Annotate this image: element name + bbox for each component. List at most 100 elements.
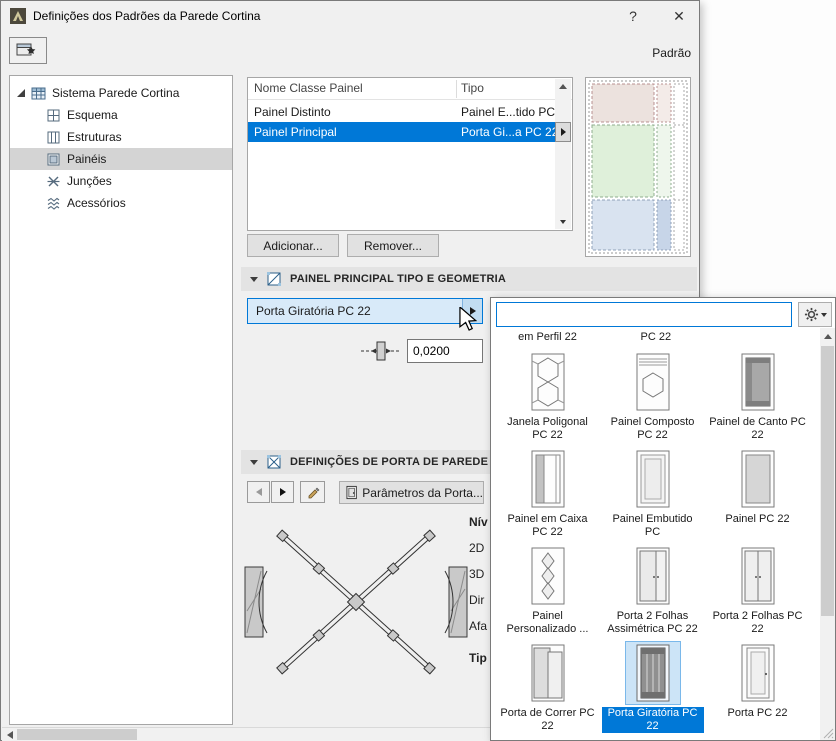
favorites-transfer-button[interactable]: [9, 37, 47, 64]
door-icon: [346, 485, 357, 500]
section-geometry-header[interactable]: PAINEL PRINCIPAL TIPO E GEOMETRIA: [241, 267, 697, 291]
panel-type-item[interactable]: Painel Personalizado ...: [495, 542, 600, 639]
panel-type-combo[interactable]: Porta Giratória PC 22: [247, 298, 483, 324]
panel-thumbnail: [730, 544, 786, 608]
app-icon: [10, 8, 26, 24]
panel-thumbnail: [520, 447, 576, 511]
scroll-up-icon[interactable]: [820, 328, 835, 344]
scrollbar-thumb[interactable]: [17, 729, 137, 740]
help-button[interactable]: ?: [613, 2, 653, 30]
panel-type-label: Porta Giratória PC 22: [601, 707, 704, 733]
partial-item-label[interactable]: PC 22: [603, 331, 708, 343]
sidebar-item-paineis[interactable]: Painéis: [10, 148, 232, 170]
tree-label: Estruturas: [67, 130, 122, 144]
scroll-up-icon[interactable]: [555, 79, 571, 94]
structures-icon: [47, 131, 60, 143]
tree-label: Junções: [67, 174, 112, 188]
panel-type-label: Porta PC 22: [727, 707, 788, 719]
panel-type-item[interactable]: Painel de Canto PC 22: [705, 348, 810, 445]
horizontal-scrollbar[interactable]: [2, 727, 490, 741]
scroll-down-icon[interactable]: [555, 214, 571, 229]
close-button[interactable]: ✕: [659, 2, 699, 30]
chevron-left-icon: [255, 488, 262, 496]
screen: Definições dos Padrões da Parede Cortina…: [0, 0, 836, 741]
panels-icon: [47, 153, 60, 165]
panel-type-label: Painel Embutido PC: [612, 513, 693, 538]
table-row[interactable]: Painel Distinto Painel E...tido PC: [248, 102, 556, 122]
thickness-field[interactable]: [407, 339, 483, 363]
sidebar-item-juncoes[interactable]: Junções: [10, 170, 232, 192]
favorites-transfer-icon: [16, 43, 36, 56]
panel-type-item-selected[interactable]: Porta Giratória PC 22: [600, 639, 705, 736]
sidebar-item-estruturas[interactable]: Estruturas: [10, 126, 232, 148]
edit-button[interactable]: [300, 481, 325, 503]
sidebar-item-acessorios[interactable]: Acessórios: [10, 192, 232, 214]
panel-type-label: Painel Composto PC 22: [610, 416, 695, 441]
next-button[interactable]: [271, 481, 294, 503]
popup-scrollbar[interactable]: [820, 328, 835, 740]
panel-thumbnail: [730, 641, 786, 705]
panel-thumbnail: [624, 641, 681, 705]
door-parameters-button[interactable]: Parâmetros da Porta...: [339, 481, 484, 504]
accessories-icon: [47, 197, 60, 210]
cell-class-name: Painel Distinto: [254, 105, 331, 119]
sidebar-item-esquema[interactable]: Esquema: [10, 104, 232, 126]
panel-type-item[interactable]: Porta 2 Folhas PC 22: [705, 542, 810, 639]
tree-label: Sistema Parede Cortina: [52, 86, 180, 100]
door-section-icon: [267, 455, 281, 469]
panel-thumbnail: [520, 350, 576, 414]
panel-type-label: Painel PC 22: [725, 513, 790, 525]
panel-type-label: Painel de Canto PC 22: [709, 416, 806, 441]
panel-type-grid: Janela Poligonal PC 22 Painel Composto P…: [495, 348, 810, 736]
panel-type-item[interactable]: Porta 2 Folhas Assimétrica PC 22: [600, 542, 705, 639]
table-row[interactable]: Painel Principal Porta Gi...a PC 22: [248, 122, 559, 142]
add-button[interactable]: Adicionar...: [247, 234, 339, 257]
junctions-icon: [47, 176, 60, 186]
titlebar[interactable]: Definições dos Padrões da Parede Cortina…: [1, 1, 699, 31]
panel-type-popup: em Perfil 22 PC 22 Janela Poligonal PC 2…: [490, 297, 836, 741]
panel-type-label: Porta de Correr PC 22: [500, 707, 595, 732]
mouse-cursor: [459, 307, 477, 331]
table-header: Nome Classe Painel Tipo: [248, 78, 572, 100]
settings-button[interactable]: [798, 302, 832, 327]
chevron-down-icon: [820, 312, 827, 317]
resize-grip[interactable]: [820, 725, 834, 739]
door-plan-drawing: [243, 511, 469, 697]
gear-icon: [804, 307, 818, 322]
panel-type-item[interactable]: Painel PC 22: [705, 445, 810, 542]
cell-class-type: Porta Gi...a PC 22: [461, 125, 559, 139]
remove-button[interactable]: Remover...: [347, 234, 439, 257]
search-input[interactable]: [496, 302, 792, 327]
column-header-type: Tipo: [461, 81, 484, 95]
pencil-icon: [308, 487, 319, 499]
panel-thumbnail: [625, 447, 681, 511]
panel-type-label: Porta 2 Folhas Assimétrica PC 22: [607, 610, 698, 635]
expander-icon[interactable]: [16, 88, 26, 98]
partial-item-label[interactable]: em Perfil 22: [495, 331, 600, 343]
panel-type-value: Porta Giratória PC 22: [256, 304, 371, 318]
panel-type-item[interactable]: Painel Embutido PC: [600, 445, 705, 542]
collapse-icon: [250, 276, 258, 282]
panel-type-item[interactable]: Painel Composto PC 22: [600, 348, 705, 445]
pattern-preview-image: [586, 78, 690, 256]
type-picker-button[interactable]: [555, 122, 571, 142]
tree-label: Painéis: [67, 152, 107, 166]
geometry-section-icon: [267, 272, 281, 286]
scrollbar-thumb[interactable]: [821, 346, 834, 616]
panel-thumbnail: [625, 350, 681, 414]
panel-type-item[interactable]: Porta de Correr PC 22: [495, 639, 600, 736]
tree-label: Esquema: [67, 108, 118, 122]
panel-class-table: Nome Classe Painel Tipo Painel Distinto …: [247, 77, 573, 231]
panel-type-item[interactable]: Porta PC 22: [705, 639, 810, 736]
table-scrollbar[interactable]: [555, 79, 571, 229]
cell-class-type: Painel E...tido PC: [461, 105, 556, 119]
column-header-name: Nome Classe Painel: [254, 81, 363, 95]
panel-type-item[interactable]: Painel em Caixa PC 22: [495, 445, 600, 542]
scroll-left-icon[interactable]: [2, 728, 17, 741]
panel-type-item[interactable]: Janela Poligonal PC 22: [495, 348, 600, 445]
panel-thumbnail: [625, 544, 681, 608]
chevron-right-icon: [279, 488, 286, 496]
sidebar-item-sistema-parede-cortina[interactable]: Sistema Parede Cortina: [10, 82, 232, 104]
prev-button[interactable]: [247, 481, 270, 503]
pattern-preview: [585, 77, 691, 257]
